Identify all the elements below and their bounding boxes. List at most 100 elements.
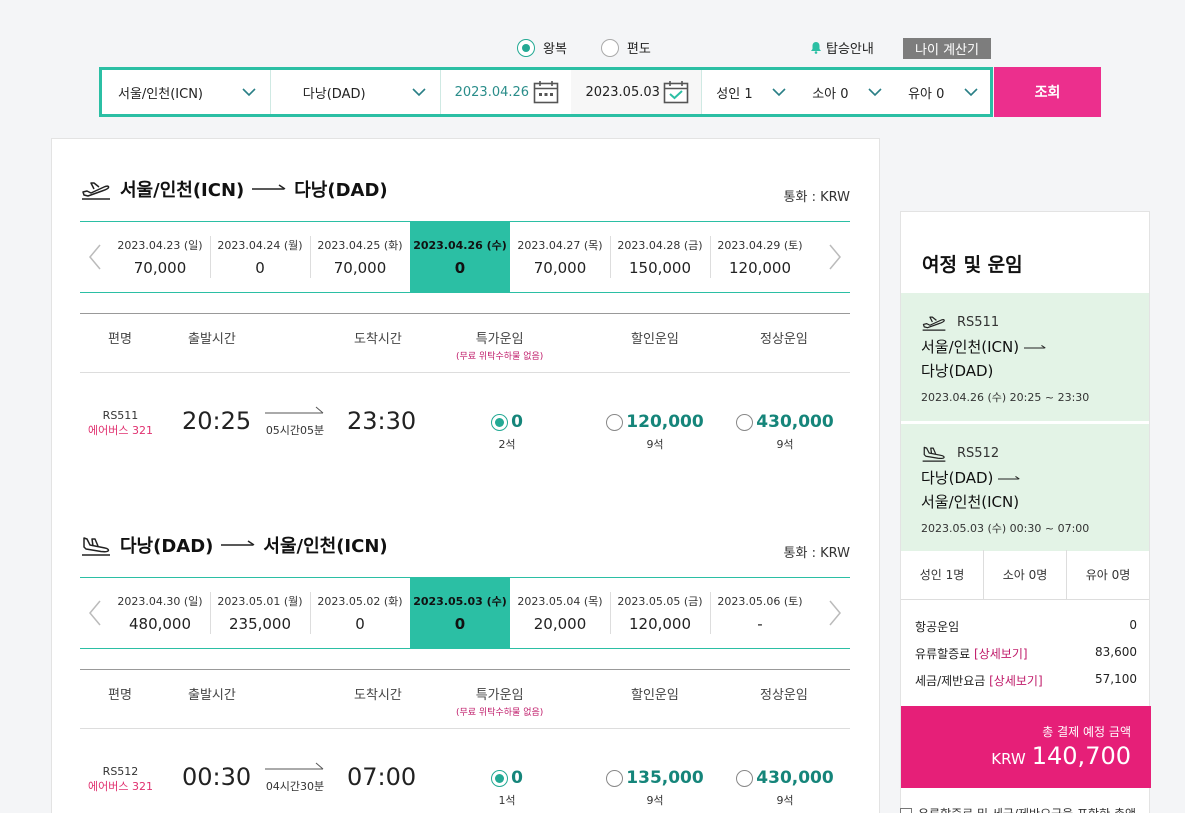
fee-taxes: 세금/제반요금 [상세보기] 57,100 [915,672,1137,689]
calendar-icon[interactable] [533,80,559,104]
inbound-date-cell[interactable]: 2023.04.30 (일) 480,000 [110,578,210,648]
chevron-right-icon [828,244,842,270]
segment-flight-number: RS512 [957,445,1000,461]
inbound-table-header: 편명 출발시간 도착시간 특가운임 (무료 위탁수하물 없음) 할인운임 정상운임 [80,669,850,729]
date-label: 2023.04.27 (목) [517,239,603,252]
fare-radio-icon[interactable] [736,413,754,431]
date-label: 2023.05.04 (목) [517,595,603,608]
date-price: 20,000 [533,615,587,633]
inbound-date-cell[interactable]: 2023.05.02 (화) 0 [310,578,410,648]
oneway-radio-icon[interactable] [600,38,619,57]
departure-time: 00:30 [182,763,252,791]
depart-date-field[interactable]: 2023.04.26 [441,70,572,114]
header-departure: 출발시간 [188,688,236,703]
special-fare-label: 특가운임 [475,332,524,347]
outbound-date-cell[interactable]: 2023.04.24 (월) 0 [210,222,310,292]
fuel-detail-link[interactable]: [상세보기] [974,647,1028,661]
fare-radio-icon[interactable] [606,769,624,787]
agree-row: 유류할증료 및 세금/제반요금을 포함한 총액 [900,805,1136,813]
calendar-check-icon[interactable] [663,80,689,104]
fare-seats: 2석 [498,438,516,451]
chevron-left-icon [88,600,102,626]
outbound-prev-dates[interactable] [80,222,110,292]
fare-price: 120,000 [626,412,704,432]
fee-fuel-surcharge: 유류할증료 [상세보기] 83,600 [915,645,1137,662]
inbound-date-cell[interactable]: 2023.05.05 (금) 120,000 [610,578,710,648]
inbound-prev-dates[interactable] [80,578,110,648]
flight-number: RS511 [102,409,139,422]
duration-block: 04시간30분 [265,762,325,794]
roundtrip-radio-icon[interactable] [517,38,535,57]
summary-segment-inbound: RS512 다낭(DAD) 서울/인천(ICN) 2023.05.03 (수) … [901,423,1149,551]
discount-fare-option[interactable]: 135,000 9석 [606,768,704,808]
destination-value: 다낭(DAD) [302,86,366,102]
header-normal-fare: 정상운임 [760,688,808,703]
destination-select[interactable]: 다낭(DAD) [271,70,441,114]
arrival-time: 07:00 [347,763,417,791]
adult-select[interactable]: 성인 1 [702,70,798,114]
header-arrival: 도착시간 [354,332,402,347]
fee-value: 83,600 [1095,645,1137,659]
normal-fare-option[interactable]: 430,000 9석 [736,412,834,452]
fare-radio-icon[interactable] [491,769,509,787]
header-normal-fare: 정상운임 [760,332,808,347]
special-fare-option[interactable]: 0 2석 [480,412,534,452]
normal-fare-option[interactable]: 430,000 9석 [736,768,834,808]
date-price: 0 [255,259,265,277]
segment-flight-number: RS511 [957,314,1000,330]
outbound-table-header: 편명 출발시간 도착시간 특가운임 (무료 위탁수하물 없음) 할인운임 정상운임 [80,313,850,373]
outbound-date-cell[interactable]: 2023.04.27 (목) 70,000 [510,222,610,292]
inbound-title: 다낭(DAD) 서울/인천(ICN) [80,532,388,558]
age-calculator-button[interactable]: 나이 계산기 [903,38,991,59]
inbound-origin: 다낭(DAD) [120,536,214,557]
date-label: 2023.05.05 (금) [617,595,703,608]
duration-arrow-icon [265,762,325,774]
infant-select[interactable]: 유아 0 [894,70,990,114]
agree-checkbox[interactable] [900,807,912,813]
outbound-next-dates[interactable] [820,222,850,292]
fare-seats: 1석 [498,794,516,807]
segment-origin: 다낭(DAD) [921,469,994,487]
discount-fare-option[interactable]: 120,000 9석 [606,412,704,452]
summary-title: 여정 및 운임 [922,254,1023,276]
fare-radio-icon[interactable] [606,413,624,431]
date-price: 120,000 [728,259,792,277]
outbound-date-cell[interactable]: 2023.04.29 (토) 120,000 [710,222,810,292]
child-value: 소아 0 [812,86,849,102]
return-date-field[interactable]: 2023.05.03 [571,70,703,114]
fare-radio-icon[interactable] [736,769,754,787]
flight-duration: 05시간05분 [265,424,325,437]
fare-radio-icon[interactable] [491,413,509,431]
child-select[interactable]: 소아 0 [798,70,894,114]
takeoff-plane-icon [80,178,112,200]
outbound-date-cell-selected[interactable]: 2023.04.26 (수) 0 [410,222,510,292]
outbound-date-cell[interactable]: 2023.04.28 (금) 150,000 [610,222,710,292]
fee-value: 0 [1129,618,1137,632]
inbound-date-cell[interactable]: 2023.05.04 (목) 20,000 [510,578,610,648]
date-price: 70,000 [333,259,387,277]
summary-segment-outbound: RS511 서울/인천(ICN) 다낭(DAD) 2023.04.26 (수) … [901,293,1149,421]
search-button[interactable]: 조회 [994,67,1101,117]
special-fare-option[interactable]: 0 1석 [480,768,534,808]
boarding-info-link[interactable]: 탑승안내 [810,38,874,57]
inbound-date-cell[interactable]: 2023.05.01 (월) 235,000 [210,578,310,648]
summary-child-count: 소아 0명 [983,550,1066,599]
outbound-flight-info: RS511 에어버스 321 [88,408,153,438]
tax-detail-link[interactable]: [상세보기] [989,674,1043,688]
outbound-date-cell[interactable]: 2023.04.25 (화) 70,000 [310,222,410,292]
total-amount: 140,700 [1031,742,1131,770]
outbound-title: 서울/인천(ICN) 다낭(DAD) [80,176,388,202]
fee-air-fare: 항공운임 0 [915,618,1137,635]
agree-text: 유류할증료 및 세금/제반요금을 포함한 총액 [918,805,1136,813]
outbound-date-cell[interactable]: 2023.04.23 (일) 70,000 [110,222,210,292]
origin-select[interactable]: 서울/인천(ICN) [102,70,271,114]
trip-type-oneway[interactable]: 편도 [600,38,651,57]
route-arrow-icon [1024,344,1046,352]
inbound-next-dates[interactable] [820,578,850,648]
summary-infant-count: 유아 0명 [1066,550,1149,599]
inbound-date-cell-selected[interactable]: 2023.05.03 (수) 0 [410,578,510,648]
date-label: 2023.05.03 (수) [413,595,507,608]
trip-type-roundtrip[interactable]: 왕복 [517,38,567,57]
flight-number: RS512 [102,765,139,778]
inbound-date-cell[interactable]: 2023.05.06 (토) - [710,578,810,648]
